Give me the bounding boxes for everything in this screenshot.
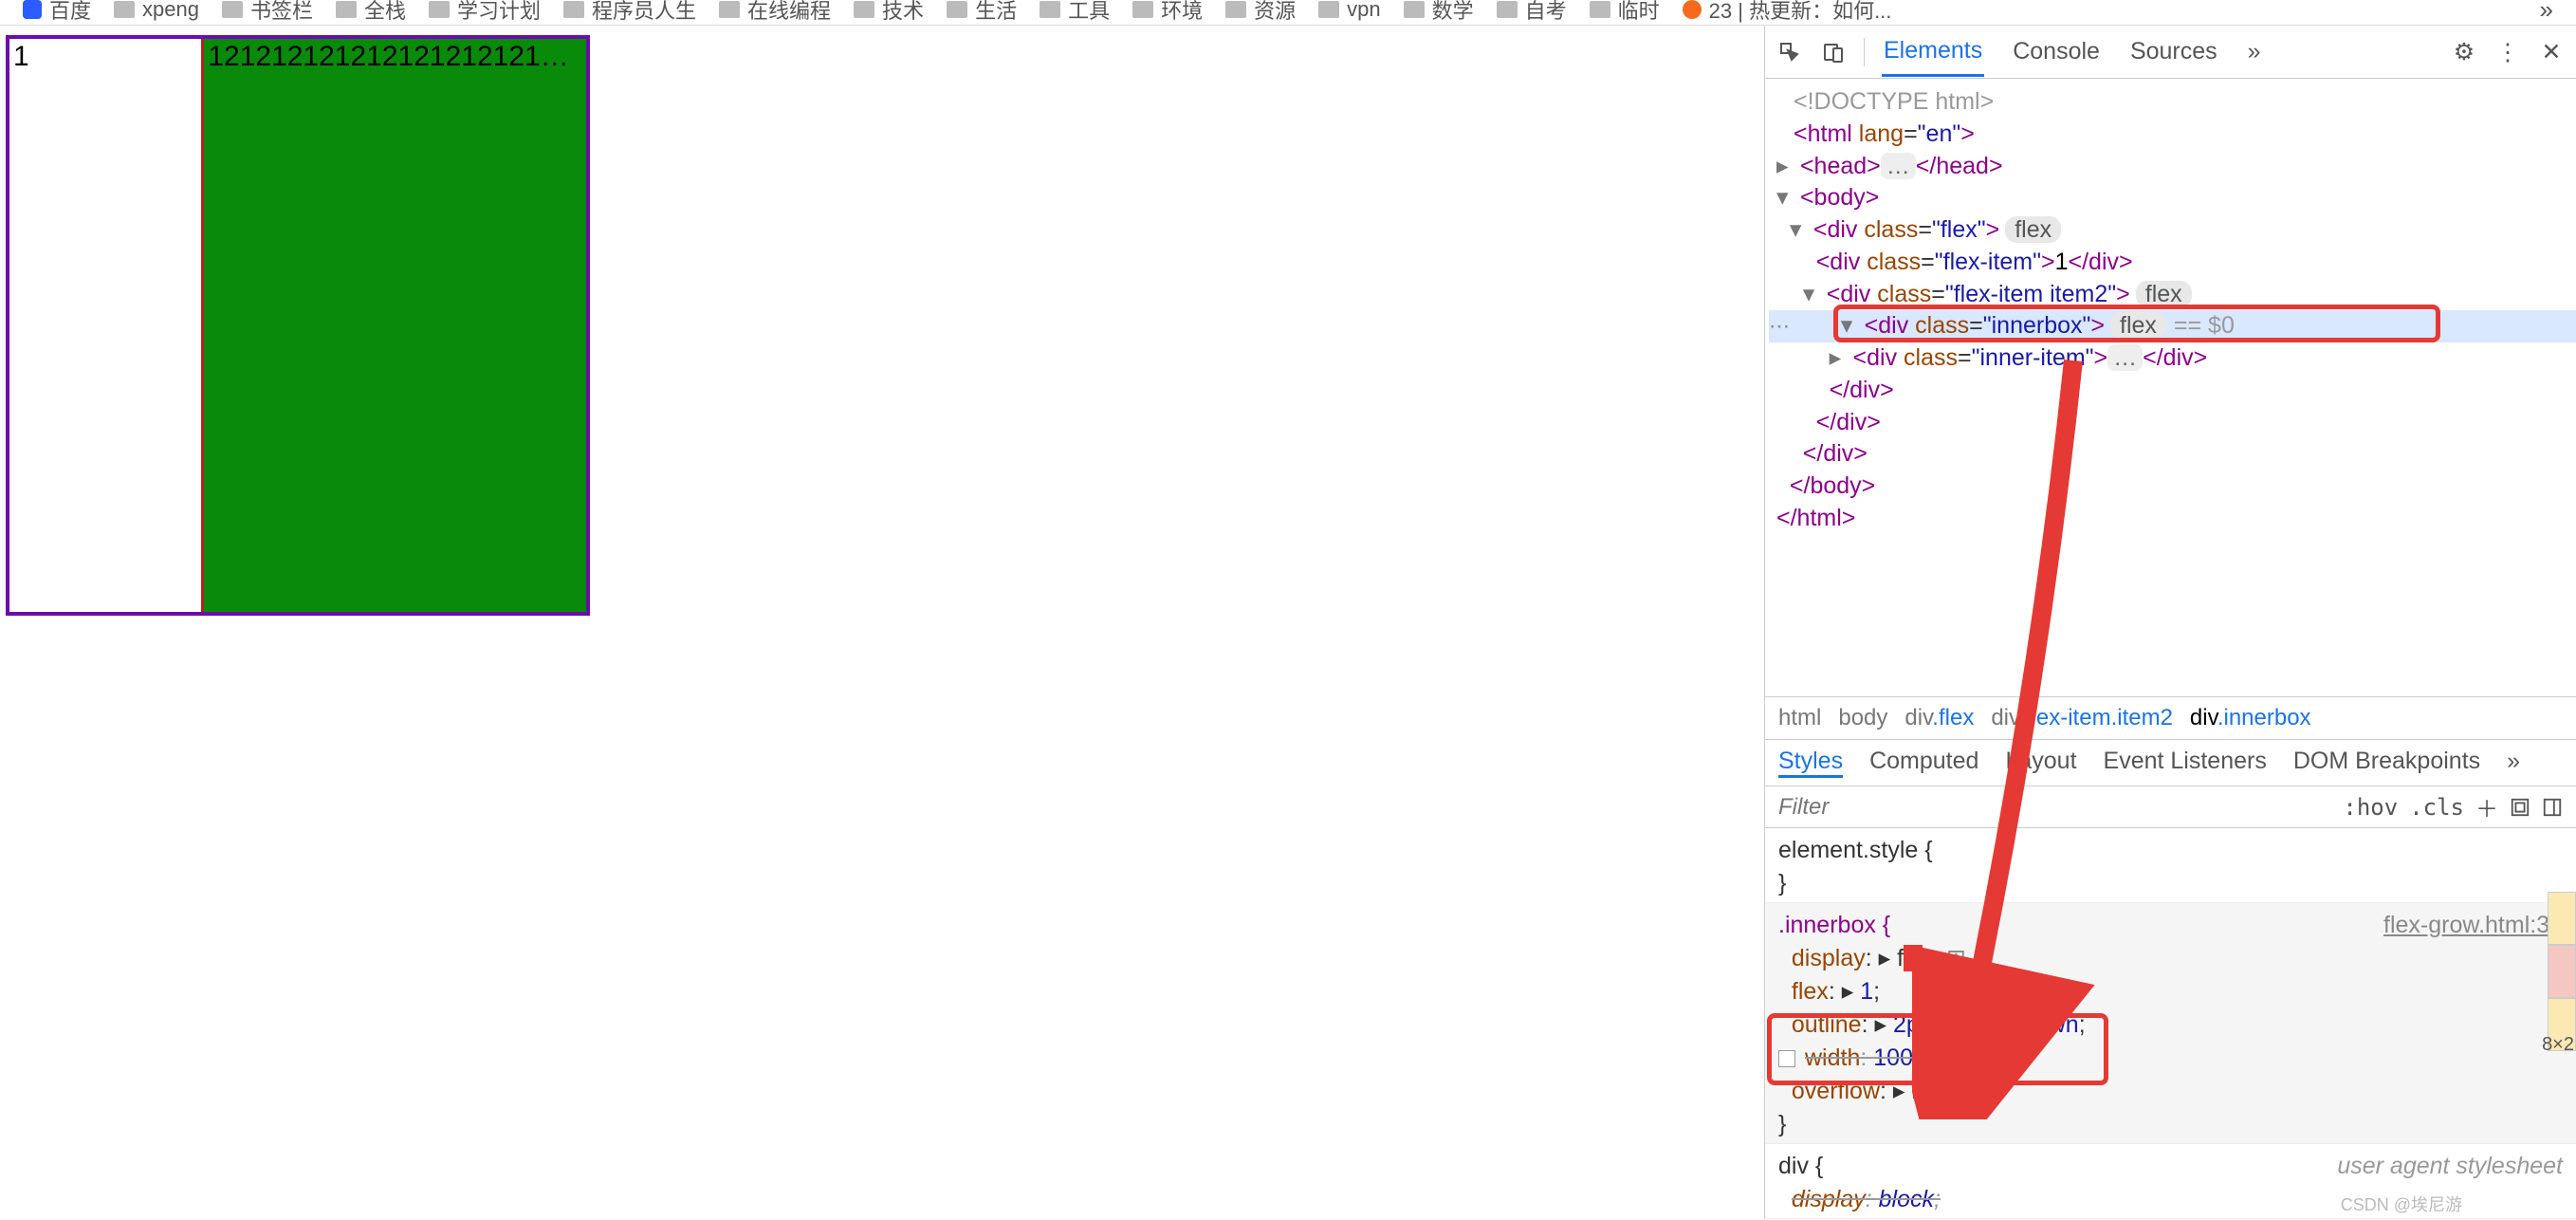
bookmark-math[interactable]: 数学 — [1404, 0, 1474, 25]
crumb-divflex[interactable]: div.flex — [1904, 705, 1974, 731]
dom-div-flex[interactable]: ▾ <div class="flex">flex — [1769, 214, 2576, 247]
rule-element-style[interactable]: element.style { } — [1765, 828, 2576, 903]
folder-icon — [1497, 1, 1518, 18]
new-style-button[interactable]: ＋ — [2475, 790, 2498, 823]
bookmarks-bar: 百度 xpeng 书签栏 全栈 学习计划 程序员人生 在线编程 技术 生活 工具… — [0, 0, 2576, 19]
dom-tree[interactable]: <!DOCTYPE html> <html lang="en"> ▸ <head… — [1765, 79, 2576, 696]
bookmark-vpn[interactable]: vpn — [1318, 0, 1380, 22]
folder-icon — [947, 1, 967, 18]
watermark: CSDN @埃尼游 — [2341, 1192, 2462, 1216]
device-toggle-icon[interactable] — [1820, 39, 1847, 65]
dom-close-innerbox[interactable]: </div> — [1769, 375, 2576, 407]
size-label: 8×2 — [2542, 1034, 2574, 1056]
rule-source-link[interactable]: flex-grow.html:30 — [2383, 909, 2563, 942]
baidu-icon — [23, 0, 42, 19]
dom-inner-item[interactable]: ▸ <div class="inner-item">…</div> — [1769, 342, 2576, 375]
bookmark-life[interactable]: 生活 — [947, 0, 1017, 25]
color-swatch-icon[interactable] — [1994, 1017, 2011, 1034]
bookmark-xpeng[interactable]: xpeng — [114, 0, 199, 22]
folder-icon — [854, 1, 874, 18]
bookmark-baidu[interactable]: 百度 — [23, 0, 91, 25]
flex-item-2: 12121212121212121212121212... — [204, 39, 586, 612]
close-icon[interactable]: ✕ — [2538, 39, 2565, 65]
settings-icon[interactable]: ⚙ — [2451, 39, 2477, 65]
property-checkbox[interactable] — [1778, 1050, 1795, 1067]
crumb-body[interactable]: body — [1838, 705, 1887, 731]
folder-icon — [1318, 1, 1339, 18]
folder-icon — [719, 1, 740, 18]
folder-icon — [1132, 1, 1153, 18]
folder-icon — [1404, 1, 1425, 18]
bookmark-temp[interactable]: 临时 — [1590, 0, 1660, 25]
folder-icon — [563, 1, 584, 18]
folder-icon — [1590, 1, 1610, 18]
page-viewport: 1 12121212121212121212121212... — [0, 26, 1764, 1219]
bookmark-article[interactable]: 23 | 热更新：如何... — [1683, 0, 1892, 25]
dom-close-html[interactable]: </html> — [1769, 503, 2576, 535]
bookmark-bookmarkbar[interactable]: 书签栏 — [222, 0, 313, 25]
cls-button[interactable]: .cls — [2409, 794, 2464, 821]
styles-filter-input[interactable] — [1778, 794, 2331, 821]
inspect-icon[interactable] — [1776, 39, 1803, 65]
dom-body[interactable]: ▾ <body> — [1769, 182, 2576, 214]
bookmark-env[interactable]: 环境 — [1132, 0, 1203, 25]
styles-filter-bar: :hov .cls ＋ — [1765, 786, 2576, 828]
dom-head[interactable]: ▸ <head>…</head> — [1769, 151, 2576, 183]
crumb-innerbox[interactable]: div.innerbox — [2190, 705, 2311, 731]
crumb-html[interactable]: html — [1778, 705, 1821, 731]
bookmark-devlife[interactable]: 程序员人生 — [563, 0, 696, 25]
kebab-icon[interactable]: ⋮ — [2494, 39, 2521, 65]
tab-layout[interactable]: Layout — [2005, 748, 2076, 778]
tab-more[interactable]: » — [2246, 28, 2263, 75]
tab-eventlisteners[interactable]: Event Listeners — [2104, 748, 2267, 778]
crumb-flexitem[interactable]: div.flex-item.item2 — [1991, 705, 2173, 731]
styles-body: element.style { } flex-grow.html:30 .inn… — [1765, 828, 2576, 1219]
tab-styles[interactable]: Styles — [1778, 748, 1843, 778]
flex-container: 1 12121212121212121212121212... — [9, 39, 586, 612]
bookmark-fullstack[interactable]: 全栈 — [336, 0, 406, 25]
devtools-toolbar: Elements Console Sources » ⚙ ⋮ ✕ — [1765, 26, 2576, 79]
rule-source-ua: user agent stylesheet — [2337, 1150, 2563, 1183]
rule-innerbox[interactable]: flex-grow.html:30 .innerbox { display: ▸… — [1765, 903, 2576, 1144]
folder-icon — [429, 1, 450, 18]
folder-icon — [222, 1, 243, 18]
folder-icon — [1225, 1, 1246, 18]
folder-icon — [1040, 1, 1060, 18]
dom-innerbox-selected[interactable]: ⋯ ▾ <div class="innerbox">flex== $0 — [1769, 310, 2576, 342]
tab-sources[interactable]: Sources — [2128, 28, 2219, 75]
bookmark-overflow-button[interactable]: » — [2540, 0, 2553, 25]
dom-flex-item1[interactable]: <div class="flex-item">1</div> — [1769, 247, 2576, 279]
styles-tabs: Styles Computed Layout Event Listeners D… — [1765, 740, 2576, 786]
fire-icon — [1683, 0, 1702, 19]
dom-close-body[interactable]: </body> — [1769, 471, 2576, 503]
bookmark-tech[interactable]: 技术 — [854, 0, 924, 25]
tab-computed[interactable]: Computed — [1869, 748, 1978, 778]
sidebar-toggle-icon[interactable] — [2542, 797, 2563, 818]
bookmark-onlinecoding[interactable]: 在线编程 — [719, 0, 831, 25]
tab-elements[interactable]: Elements — [1882, 28, 1984, 77]
folder-icon — [336, 1, 357, 18]
bookmark-selfstudy[interactable]: 自考 — [1497, 0, 1567, 25]
tab-console[interactable]: Console — [2011, 28, 2102, 75]
bookmark-resources[interactable]: 资源 — [1225, 0, 1296, 25]
bookmark-tools[interactable]: 工具 — [1040, 0, 1110, 25]
tab-dombreakpoints[interactable]: DOM Breakpoints — [2293, 748, 2480, 778]
breadcrumb: html body div.flex div.flex-item.item2 d… — [1765, 696, 2576, 740]
bookmark-studyplan[interactable]: 学习计划 — [429, 0, 541, 25]
devtools-panel: Elements Console Sources » ⚙ ⋮ ✕ <!DOCTY… — [1764, 26, 2576, 1219]
tab-styles-more[interactable]: » — [2507, 748, 2520, 778]
devtools-tabs: Elements Console Sources » — [1882, 28, 2263, 77]
dom-doctype[interactable]: <!DOCTYPE html> — [1769, 86, 2576, 119]
coverage-stripes — [2548, 892, 2576, 1051]
folder-icon — [114, 1, 135, 18]
flex-item-1: 1 — [9, 39, 204, 612]
dom-close-item2[interactable]: </div> — [1769, 407, 2576, 439]
hov-button[interactable]: :hov — [2343, 794, 2398, 821]
dom-html[interactable]: <html lang="en"> — [1769, 119, 2576, 151]
dom-flex-item2[interactable]: ▾ <div class="flex-item item2">flex — [1769, 279, 2576, 311]
computed-toggle-icon[interactable] — [2510, 797, 2530, 818]
dom-close-flex[interactable]: </div> — [1769, 438, 2576, 471]
